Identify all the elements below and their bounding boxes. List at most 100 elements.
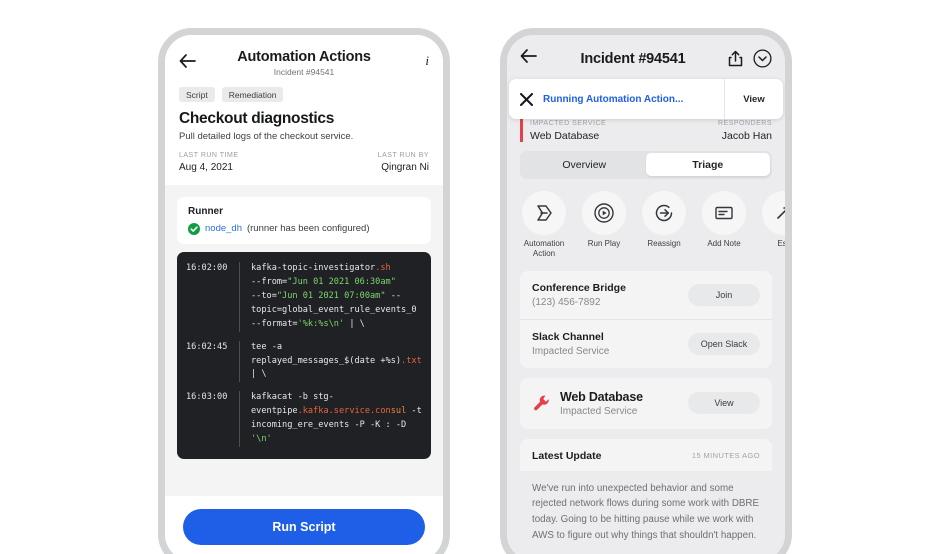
- latest-update-body: We've run into unexpected behavior and s…: [532, 482, 760, 542]
- terminal-row: 16:02:00 kafka-topic-investigator.sh --fr…: [177, 262, 431, 332]
- incident-meta: IMPACTED SERVICE Web Database RESPONDERS…: [530, 120, 772, 142]
- run-script-button[interactable]: Run Script: [183, 509, 425, 545]
- check-circle-icon: [188, 222, 200, 235]
- quick-action-run-play[interactable]: Run Play: [580, 190, 628, 259]
- terminal-timestamp: 16:02:45: [186, 341, 228, 352]
- open-slack-button[interactable]: Open Slack: [688, 332, 760, 355]
- terminal-token: .kafka.service.con: [297, 406, 391, 417]
- tag-chip-remediation: Remediation: [221, 87, 284, 102]
- play-circle-icon: [582, 190, 626, 235]
- incident-detail-screen: Incident #94541 Running Automation Actio…: [507, 35, 785, 554]
- tab-overview[interactable]: Overview: [523, 153, 647, 176]
- quick-action-esc[interactable]: Esc: [760, 190, 785, 259]
- wrench-icon: [532, 394, 551, 413]
- terminal-token: --to=: [251, 290, 277, 301]
- tag-chip-script: Script: [179, 87, 215, 102]
- service-title: Web Database: [560, 389, 643, 404]
- right-header: Incident #94541: [507, 35, 785, 80]
- action-details: Script Remediation Checkout diagnostics …: [165, 87, 443, 185]
- info-icon[interactable]: i: [407, 49, 429, 69]
- incident-tabs: Overview Triage: [520, 150, 772, 179]
- responders-label: RESPONDERS: [717, 119, 772, 127]
- banner-status-text: Running Automation Action...: [543, 93, 684, 105]
- last-run-by: LAST RUN BY Qingran Ni: [378, 152, 429, 173]
- script-terminal: 16:02:00 kafka-topic-investigator.sh --fr…: [177, 252, 431, 460]
- quick-action-automation-action[interactable]: Automation Action: [520, 190, 568, 259]
- responders-value: Jacob Han: [721, 129, 772, 142]
- impacted-service-value: Web Database: [530, 129, 600, 142]
- terminal-command: kafkacat -b stg-eventpipe.kafka.service.…: [239, 391, 431, 448]
- runner-node-link[interactable]: node_dh: [205, 223, 242, 234]
- runner-note: (runner has been configured): [246, 222, 370, 234]
- terminal-command: tee -a replayed_messages_$(date +%s).txt…: [239, 340, 431, 383]
- quick-action-label: Run Play: [587, 238, 621, 248]
- slack-channel-title: Slack Channel: [532, 330, 604, 343]
- runner-status-line: node_dh (runner has been configured): [188, 222, 420, 235]
- runner-card: Runner node_dh (runner has been configur…: [177, 197, 431, 244]
- terminal-token: '%k:%s\n': [297, 318, 345, 329]
- quick-action-label: Add Note: [707, 238, 741, 248]
- latest-update-time: 15 MINUTES AGO: [691, 451, 760, 460]
- arrow-left-icon[interactable]: [520, 49, 540, 68]
- terminal-row: 16:03:00 kafkacat -b stg-eventpipe.kafka.…: [177, 391, 431, 448]
- latest-update-title: Latest Update: [532, 449, 602, 462]
- runner-title: Runner: [188, 206, 223, 217]
- tag-list: Script Remediation: [179, 87, 429, 102]
- terminal-timestamp: 16:02:00: [186, 263, 228, 273]
- conference-bridge-title: Conference Bridge: [532, 281, 626, 294]
- quick-action-label: Esc: [777, 238, 785, 248]
- terminal-row: 16:02:45 tee -a replayed_messages_$(date …: [177, 340, 431, 383]
- terminal-token: "Jun 01 2021 06:30am": [287, 276, 396, 287]
- latest-update-header: Latest Update 15 MINUTES AGO: [520, 439, 772, 471]
- running-automation-banner: Running Automation Action... View: [509, 79, 783, 119]
- last-run-time: LAST RUN TIME Aug 4, 2021: [179, 152, 239, 173]
- banner-view-button[interactable]: View: [725, 79, 783, 119]
- phone-right-incident-detail: Incident #94541 Running Automation Actio…: [500, 28, 792, 554]
- responders: RESPONDERS Jacob Han: [718, 120, 772, 142]
- automation-action-icon: [522, 190, 566, 235]
- terminal-token: tee -a replayed_messages_$(date +%s): [251, 341, 402, 366]
- escalate-icon: [762, 190, 785, 235]
- terminal-token: sul: [390, 406, 407, 417]
- terminal-token: '\n': [251, 434, 272, 445]
- tab-triage[interactable]: Triage: [646, 153, 770, 176]
- slack-channel-row: Slack Channel Impacted Service Open Slac…: [520, 318, 772, 368]
- arrow-left-icon[interactable]: [179, 49, 201, 73]
- share-icon[interactable]: [726, 49, 745, 68]
- terminal-token: .sh: [375, 263, 391, 273]
- left-footer: Run Script: [165, 496, 443, 554]
- automation-actions-screen: Automation Actions Incident #94541 i Scr…: [165, 35, 443, 554]
- contact-card: Conference Bridge (123) 456-7892 Join Sl…: [520, 270, 772, 368]
- last-run-by-value: Qingran Ni: [381, 162, 429, 173]
- impacted-service-card: Web Database Impacted Service View: [520, 377, 772, 429]
- action-description: Pull detailed logs of the checkout servi…: [179, 131, 354, 142]
- phone-left-automation-actions: Automation Actions Incident #94541 i Scr…: [158, 28, 450, 554]
- conference-bridge-number: (123) 456-7892: [532, 296, 601, 308]
- terminal-timestamp: 16:03:00: [186, 392, 228, 403]
- terminal-token: --from=: [251, 276, 288, 287]
- left-header: Automation Actions Incident #94541 i: [165, 35, 443, 87]
- conference-bridge-row: Conference Bridge (123) 456-7892 Join: [520, 271, 772, 319]
- terminal-command: kafka-topic-investigator.sh --from="Jun …: [239, 262, 431, 332]
- view-service-button[interactable]: View: [688, 392, 760, 414]
- chevron-down-circle-icon[interactable]: [753, 49, 772, 68]
- web-database-row: Web Database Impacted Service View: [520, 378, 772, 429]
- note-icon: [702, 190, 746, 235]
- script-scroll-area[interactable]: Runner node_dh (runner has been configur…: [165, 185, 443, 496]
- action-meta: LAST RUN TIME Aug 4, 2021 LAST RUN BY Qi…: [179, 152, 429, 173]
- page-subtitle: Incident #94541: [273, 67, 335, 77]
- page-title: Automation Actions: [237, 49, 371, 65]
- terminal-token: kafka-topic-investigator: [251, 263, 376, 273]
- close-icon[interactable]: [509, 79, 543, 119]
- incident-title: Incident #94541: [580, 50, 686, 67]
- incident-scroll-area[interactable]: Conference Bridge (123) 456-7892 Join Sl…: [507, 270, 785, 554]
- impacted-service-label: IMPACTED SERVICE: [530, 119, 607, 127]
- slack-channel-sub: Impacted Service: [532, 345, 610, 357]
- join-button[interactable]: Join: [688, 283, 760, 306]
- quick-action-reassign[interactable]: Reassign: [640, 190, 688, 259]
- screenshot-canvas: Automation Actions Incident #94541 i Scr…: [0, 0, 940, 554]
- quick-action-add-note[interactable]: Add Note: [700, 190, 748, 259]
- terminal-token: "Jun 01 2021 07:00am": [276, 290, 386, 301]
- terminal-token: .txt: [401, 355, 422, 366]
- left-title-block: Automation Actions Incident #94541: [207, 49, 401, 77]
